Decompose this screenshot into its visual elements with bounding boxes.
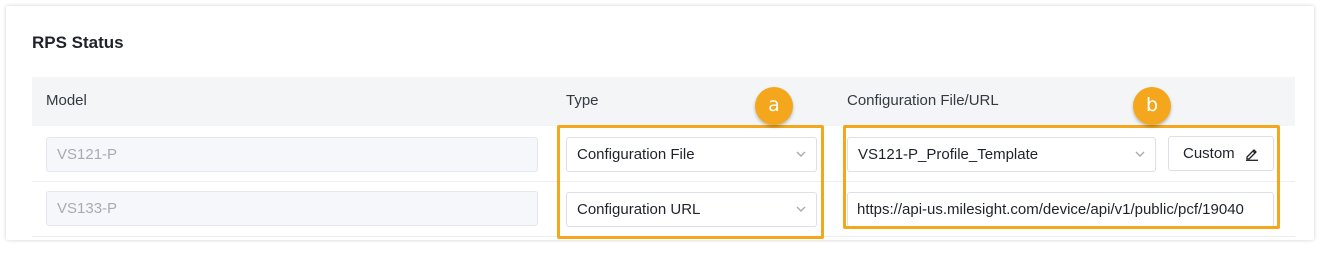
model-value: VS121-P bbox=[57, 146, 118, 163]
highlight-box-b bbox=[843, 125, 1280, 229]
model-value: VS133-P bbox=[57, 200, 118, 217]
annotation-marker-a: a bbox=[755, 87, 793, 125]
section-title: RPS Status bbox=[32, 33, 124, 52]
annotation-marker-b: b bbox=[1133, 87, 1171, 125]
model-field-row-2: VS133-P bbox=[46, 191, 538, 226]
highlight-box-a bbox=[557, 125, 824, 239]
page: RPS Status Model Type Configuration File… bbox=[0, 0, 1321, 254]
column-header-config: Configuration File/URL bbox=[847, 92, 999, 109]
table-header bbox=[32, 77, 1295, 126]
column-header-type: Type bbox=[566, 92, 599, 109]
model-field-row-1: VS121-P bbox=[46, 137, 538, 172]
column-header-model: Model bbox=[46, 92, 87, 109]
